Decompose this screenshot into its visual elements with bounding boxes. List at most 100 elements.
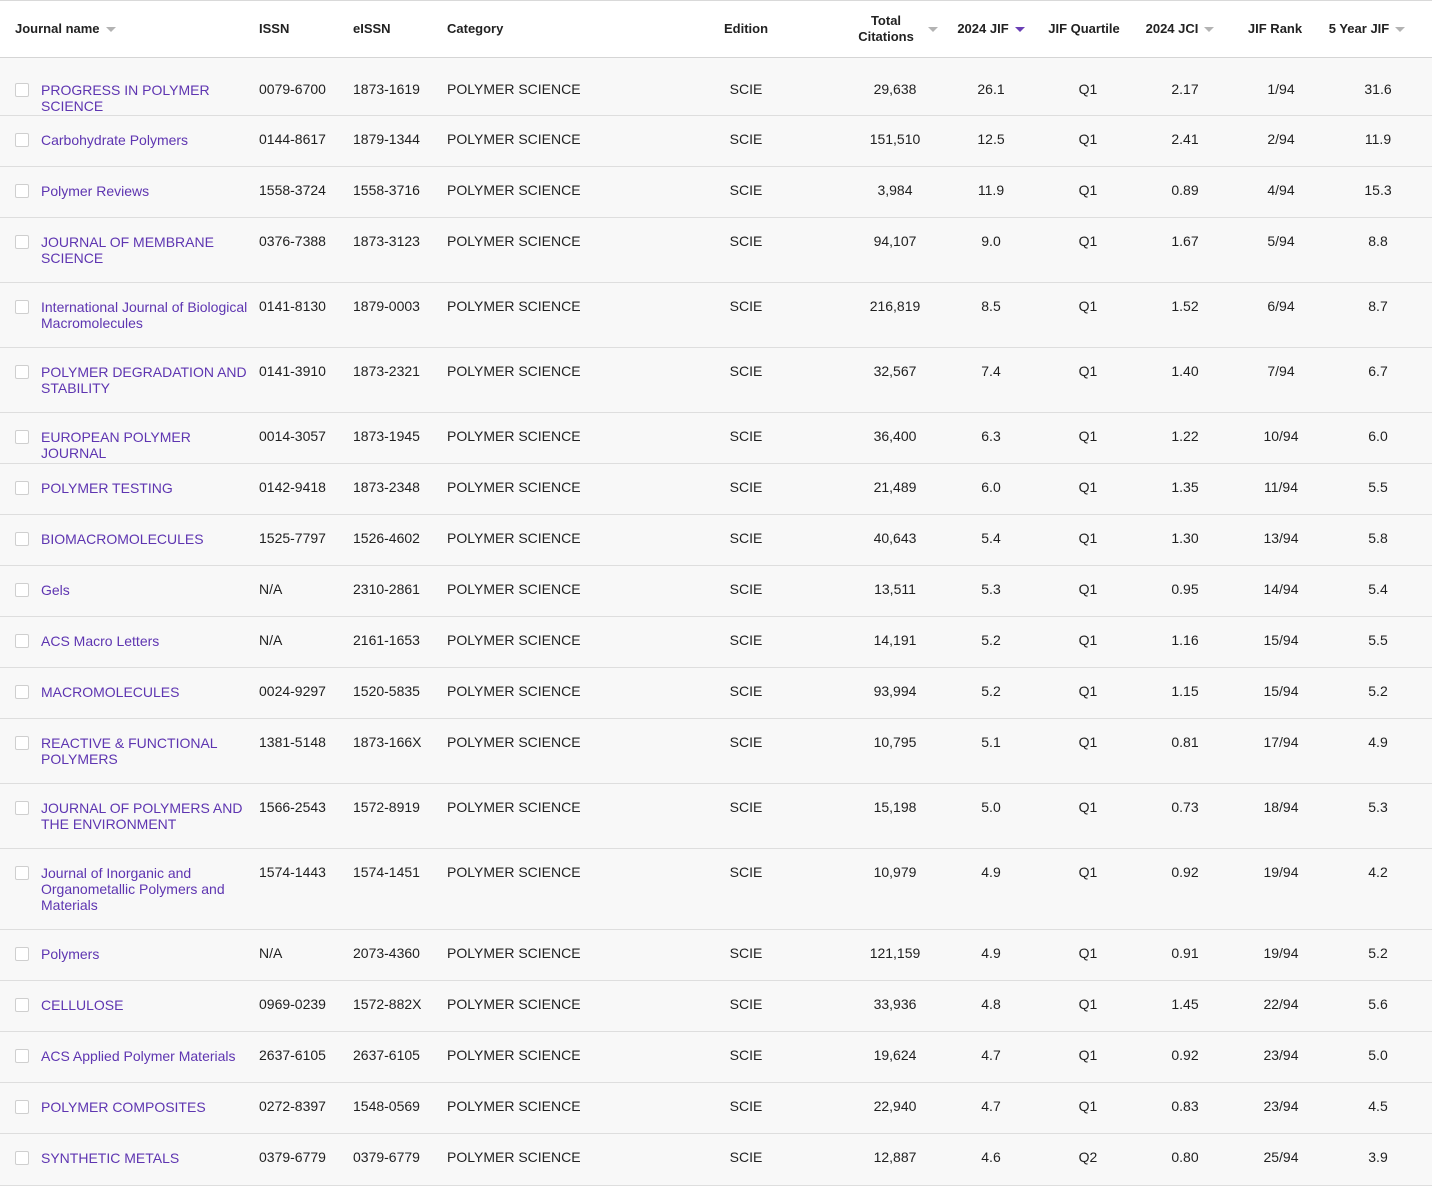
journal-name-link[interactable]: Gels	[41, 582, 255, 598]
cell-eissn: 2310-2861	[353, 581, 420, 597]
cell-jif: 5.1	[981, 734, 1001, 750]
journal-name-link[interactable]: JOURNAL OF MEMBRANE SCIENCE	[41, 234, 255, 266]
cell-citations: 93,994	[873, 683, 917, 699]
cell-category: POLYMER SCIENCE	[447, 581, 581, 597]
cell-eissn: 1873-1945	[353, 428, 420, 444]
cell-quartile: Q1	[1078, 81, 1098, 97]
journal-name-link[interactable]: Carbohydrate Polymers	[41, 132, 255, 148]
header-jif[interactable]: 2024 JIF	[945, 1, 1037, 57]
row-checkbox[interactable]	[15, 300, 29, 314]
cell-jci: 0.83	[1171, 1098, 1199, 1114]
header-edition-label: Edition	[723, 21, 769, 36]
table-row: Polymers N/A 2073-4360 POLYMER SCIENCE SCIE 1…	[0, 930, 1432, 981]
row-checkbox[interactable]	[15, 998, 29, 1012]
cell-jif: 4.8	[981, 996, 1001, 1012]
journal-name-link[interactable]: BIOMACROMOLECULES	[41, 531, 255, 547]
cell-quartile: Q1	[1078, 734, 1098, 750]
row-checkbox[interactable]	[15, 133, 29, 147]
row-checkbox[interactable]	[15, 532, 29, 546]
row-checkbox[interactable]	[15, 736, 29, 750]
header-total-citations[interactable]: Total Citations	[848, 1, 948, 57]
row-checkbox[interactable]	[15, 83, 29, 97]
cell-jci: 0.80	[1171, 1149, 1199, 1165]
cell-citations: 151,510	[869, 131, 921, 147]
cell-eissn: 1574-1451	[353, 864, 420, 880]
journal-name-link[interactable]: ACS Macro Letters	[41, 633, 255, 649]
cell-jci: 1.22	[1171, 428, 1199, 444]
cell-category: POLYMER SCIENCE	[447, 81, 581, 97]
header-issn[interactable]: ISSN	[259, 1, 339, 57]
row-checkbox[interactable]	[15, 1100, 29, 1114]
header-quartile[interactable]: JIF Quartile	[1040, 1, 1128, 57]
row-checkbox[interactable]	[15, 866, 29, 880]
cell-quartile: Q1	[1078, 1047, 1098, 1063]
row-checkbox[interactable]	[15, 430, 29, 444]
header-five-year-jif[interactable]: 5 Year JIF	[1322, 1, 1412, 57]
cell-jif5: 6.0	[1368, 428, 1388, 444]
row-checkbox[interactable]	[15, 583, 29, 597]
row-checkbox[interactable]	[15, 481, 29, 495]
journal-name-link[interactable]: International Journal of Biological Macr…	[41, 299, 255, 331]
header-journal-name[interactable]: Journal name	[15, 1, 245, 57]
sort-arrow-icon[interactable]	[927, 26, 938, 32]
row-checkbox[interactable]	[15, 801, 29, 815]
row-checkbox[interactable]	[15, 1151, 29, 1165]
journal-name-link[interactable]: MACROMOLECULES	[41, 684, 255, 700]
cell-eissn: 1572-8919	[353, 799, 420, 815]
cell-category: POLYMER SCIENCE	[447, 1047, 581, 1063]
cell-jci: 0.81	[1171, 734, 1199, 750]
cell-rank: 15/94	[1263, 632, 1299, 648]
cell-jif5: 3.9	[1368, 1149, 1388, 1165]
cell-edition: SCIE	[729, 581, 763, 597]
journal-name-link[interactable]: POLYMER DEGRADATION AND STABILITY	[41, 364, 255, 396]
journal-name-link[interactable]: SYNTHETIC METALS	[41, 1150, 255, 1166]
cell-category: POLYMER SCIENCE	[447, 864, 581, 880]
journal-name-link[interactable]: POLYMER TESTING	[41, 480, 255, 496]
sort-arrow-icon[interactable]	[1204, 26, 1215, 32]
header-quartile-label: JIF Quartile	[1048, 21, 1120, 36]
row-checkbox[interactable]	[15, 947, 29, 961]
journal-name-link[interactable]: REACTIVE & FUNCTIONAL POLYMERS	[41, 735, 255, 767]
row-checkbox[interactable]	[15, 235, 29, 249]
cell-category: POLYMER SCIENCE	[447, 734, 581, 750]
cell-edition: SCIE	[729, 683, 763, 699]
cell-citations: 14,191	[873, 632, 917, 648]
cell-citations: 36,400	[873, 428, 917, 444]
journal-name-link[interactable]: CELLULOSE	[41, 997, 255, 1013]
cell-jci: 0.91	[1171, 945, 1199, 961]
cell-jci: 1.30	[1171, 530, 1199, 546]
cell-citations: 21,489	[873, 479, 917, 495]
row-checkbox[interactable]	[15, 365, 29, 379]
journal-name-link[interactable]: Journal of Inorganic and Organometallic …	[41, 865, 255, 913]
journal-name-link[interactable]: Polymers	[41, 946, 255, 962]
cell-category: POLYMER SCIENCE	[447, 1149, 581, 1165]
journal-name-link[interactable]: EUROPEAN POLYMER JOURNAL	[41, 429, 255, 461]
cell-rank: 19/94	[1263, 945, 1299, 961]
cell-eissn: 1520-5835	[353, 683, 420, 699]
sort-arrow-icon[interactable]	[105, 26, 116, 32]
header-rank[interactable]: JIF Rank	[1232, 1, 1318, 57]
cell-edition: SCIE	[729, 1047, 763, 1063]
journal-name-link[interactable]: Polymer Reviews	[41, 183, 255, 199]
journal-name-link[interactable]: ACS Applied Polymer Materials	[41, 1048, 255, 1064]
table-row: BIOMACROMOLECULES 1525-7797 1526-4602 POLYM…	[0, 515, 1432, 566]
cell-edition: SCIE	[729, 799, 763, 815]
row-checkbox[interactable]	[15, 184, 29, 198]
header-eissn[interactable]: eISSN	[353, 1, 433, 57]
row-checkbox[interactable]	[15, 1049, 29, 1063]
journal-name-link[interactable]: POLYMER COMPOSITES	[41, 1099, 255, 1115]
header-jci[interactable]: 2024 JCI	[1135, 1, 1225, 57]
sort-arrow-icon[interactable]	[1395, 26, 1406, 32]
cell-jci: 0.73	[1171, 799, 1199, 815]
row-checkbox[interactable]	[15, 685, 29, 699]
cell-jif5: 4.2	[1368, 864, 1388, 880]
journal-name-link[interactable]: PROGRESS IN POLYMER SCIENCE	[41, 82, 255, 114]
journal-name-link[interactable]: JOURNAL OF POLYMERS AND THE ENVIRONMENT	[41, 800, 255, 832]
cell-category: POLYMER SCIENCE	[447, 799, 581, 815]
sort-arrow-active-icon[interactable]	[1014, 26, 1025, 32]
header-total-citations-label: Total Citations	[858, 13, 914, 45]
cell-issn: 0272-8397	[259, 1098, 326, 1114]
header-edition[interactable]: Edition	[697, 1, 795, 57]
header-category[interactable]: Category	[447, 1, 647, 57]
row-checkbox[interactable]	[15, 634, 29, 648]
